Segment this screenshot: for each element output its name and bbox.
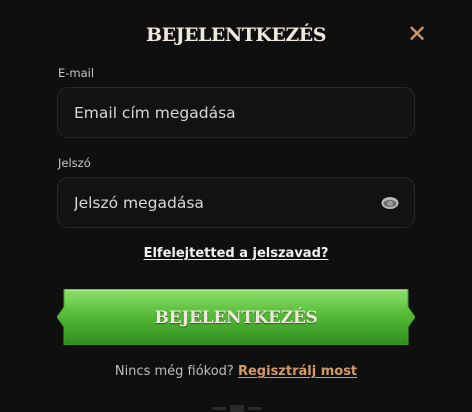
modal-title: BEJELENTKEZÉS — [146, 24, 326, 46]
login-modal: BEJELENTKEZÉS ✕ E-mail Jelszó Elfelejtet… — [0, 0, 472, 412]
email-field-box — [57, 87, 415, 138]
close-icon[interactable]: ✕ — [406, 22, 428, 46]
forgot-password-row: Elfelejtetted a jelszavad? — [0, 246, 472, 261]
password-input[interactable] — [58, 178, 414, 227]
email-input[interactable] — [58, 88, 414, 137]
password-label: Jelszó — [58, 156, 91, 170]
register-link[interactable]: Regisztrálj most — [238, 364, 357, 379]
email-label: E-mail — [58, 66, 95, 80]
register-prompt: Nincs még fiókod? — [114, 364, 234, 379]
bottom-ornament — [212, 405, 262, 412]
register-row: Nincs még fiókod? Regisztrálj most — [0, 364, 472, 379]
eye-icon[interactable] — [381, 196, 399, 210]
login-button-label: BEJELENTKEZÉS — [154, 308, 318, 328]
login-button[interactable]: BEJELENTKEZÉS — [57, 289, 415, 345]
forgot-password-link[interactable]: Elfelejtetted a jelszavad? — [144, 246, 329, 261]
password-field-box — [57, 177, 415, 228]
